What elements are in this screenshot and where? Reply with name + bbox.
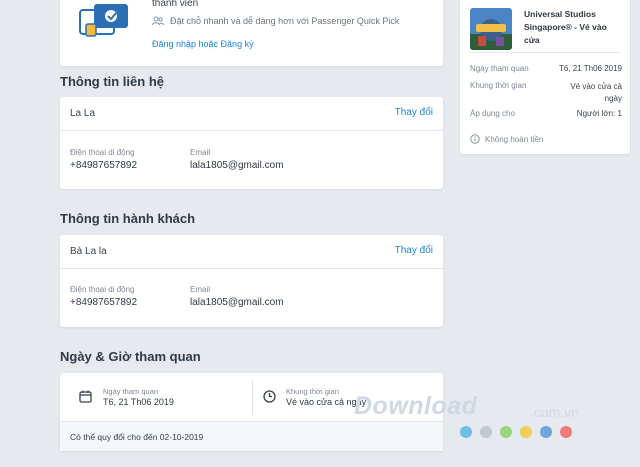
- watermark-dot: [460, 426, 472, 438]
- passenger-name: Bà La la: [70, 246, 107, 257]
- summary-date-label: Ngày tham quan: [470, 64, 529, 73]
- passenger-change-button[interactable]: Thay đổi: [395, 245, 433, 256]
- visit-date-label: Ngày tham quan: [103, 387, 159, 396]
- visit-section-title: Ngày & Giờ tham quan: [60, 349, 201, 364]
- visit-slot-label: Khung thời gian: [286, 387, 339, 396]
- non-refundable-row: Không hoàn tiền: [470, 134, 543, 144]
- clock-icon: [263, 390, 276, 403]
- contact-email-label: Email: [190, 148, 211, 157]
- watermark-domain: .com.vn: [530, 404, 580, 420]
- booking-summary-card: Universal Studios Singapore® - Vé vào cử…: [460, 0, 630, 154]
- summary-slot-label: Khung thời gian: [470, 81, 527, 90]
- passenger-card: Bà La la Thay đổi Điện thoại di động +84…: [60, 235, 443, 327]
- login-title: thành viên: [152, 0, 199, 9]
- watermark-dot: [560, 426, 572, 438]
- passenger-phone-label: Điện thoại di động: [70, 285, 135, 294]
- contact-section-title: Thông tin liên hệ: [60, 74, 164, 89]
- summary-date-value: T6, 21 Th06 2019: [558, 64, 622, 73]
- passenger-phone-value: +84987657892: [70, 297, 138, 308]
- product-thumbnail: [470, 8, 512, 50]
- calendar-icon: [79, 390, 92, 403]
- quick-pick-illustration: [79, 4, 128, 37]
- contact-phone-value: +84987657892: [70, 160, 138, 171]
- passenger-card-header: Bà La la Thay đổi: [60, 235, 443, 269]
- summary-applies-value: Người lớn: 1: [576, 109, 622, 118]
- perk-text: Đặt chỗ nhanh và dễ dàng hơn với Passeng…: [170, 16, 400, 26]
- watermark-dot: [520, 426, 532, 438]
- download-watermark-logo: Download .com.vn: [354, 392, 614, 452]
- watermark-dot: [480, 426, 492, 438]
- contact-card: La La Thay đổi Điện thoại di động +84987…: [60, 97, 443, 189]
- login-card: thành viên Đặt chỗ nhanh và dễ dàng hơn …: [60, 0, 443, 66]
- contact-phone-label: Điện thoại di động: [70, 148, 135, 157]
- passenger-section-title: Thông tin hành khách: [60, 211, 196, 226]
- summary-applies-label: Áp dụng cho: [470, 109, 515, 118]
- visit-date-value: T6, 21 Th06 2019: [103, 397, 174, 407]
- watermark-dots: [460, 426, 572, 438]
- info-icon: [470, 134, 480, 144]
- quick-pick-perk: Đặt chỗ nhanh và dễ dàng hơn với Passeng…: [152, 16, 399, 26]
- reschedule-note: Có thể quy đổi cho đến 02-10-2019: [70, 432, 204, 442]
- visit-divider: [252, 381, 253, 415]
- contact-change-button[interactable]: Thay đổi: [395, 107, 433, 118]
- login-register-link[interactable]: Đăng nhập hoặc Đăng ký: [152, 39, 254, 49]
- passenger-email-value: lala1805@gmail.com: [190, 297, 284, 308]
- non-refundable-text: Không hoàn tiền: [485, 134, 544, 144]
- contact-name: La La: [70, 108, 96, 119]
- contact-email-value: lala1805@gmail.com: [190, 160, 284, 171]
- passenger-email-label: Email: [190, 285, 211, 294]
- contact-card-header: La La Thay đổi: [60, 97, 443, 131]
- users-icon: [152, 16, 164, 26]
- watermark-dot: [500, 426, 512, 438]
- summary-slot-value: Vé vào cửa cả ngày: [570, 82, 622, 103]
- watermark-dot: [540, 426, 552, 438]
- summary-separator: [470, 52, 620, 53]
- product-title: Universal Studios Singapore® - Vé vào cử…: [524, 9, 607, 45]
- watermark-word: Download: [354, 392, 478, 420]
